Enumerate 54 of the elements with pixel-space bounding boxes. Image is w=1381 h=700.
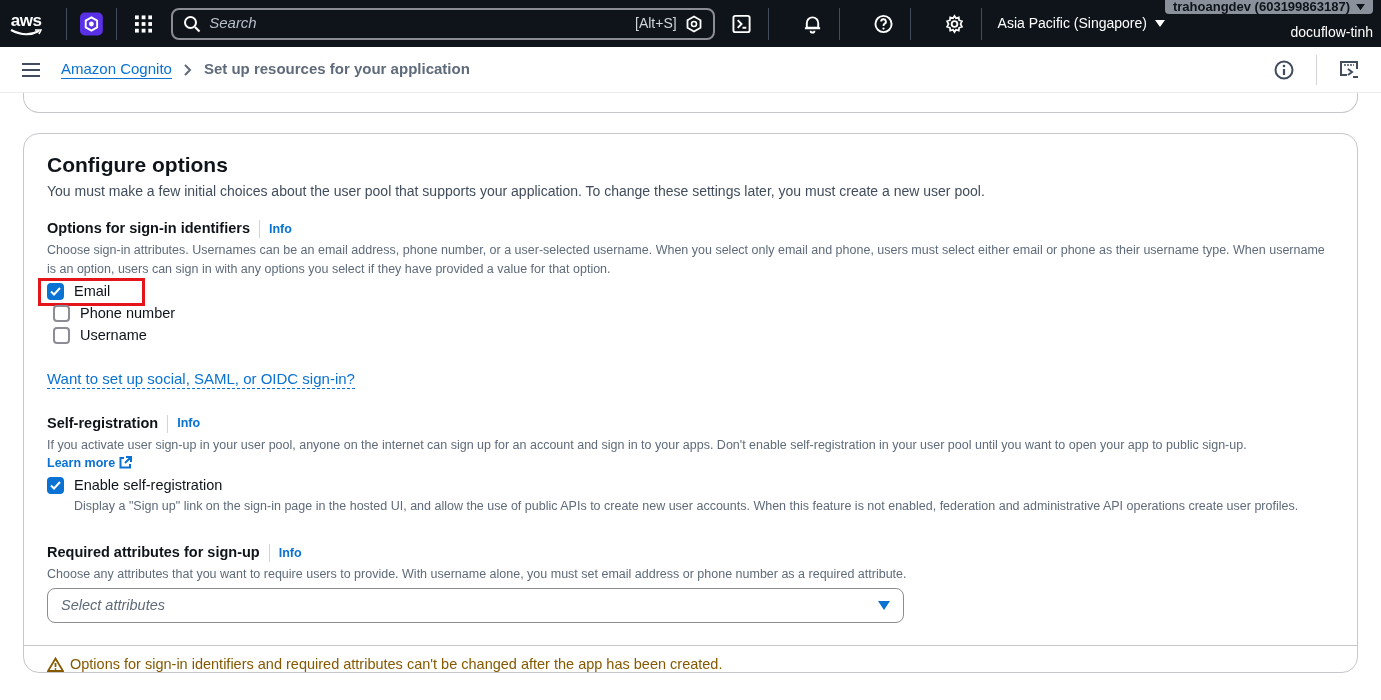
checkbox-checked[interactable] — [47, 476, 64, 494]
help-icon[interactable] — [873, 13, 893, 34]
terminal-icon[interactable] — [731, 13, 751, 34]
breadcrumb-current: Set up resources for your application — [203, 59, 470, 80]
checkbox[interactable] — [53, 327, 70, 345]
ai-assistant-icon[interactable] — [684, 14, 703, 33]
chevron-right-icon — [183, 63, 192, 76]
section-description: You must make a few initial choices about the user pool that supports your application. To change these settings later, you must create a new user pool. — [47, 182, 986, 201]
cloudshell-icon[interactable] — [1339, 59, 1359, 80]
field-description: Choose sign-in attributes. Usernames can be an email address, phone number, or a user-selected username. When you select only email and phone, users must select either email or phone as their username type. When username is an option, users can sign in with any options you select if they have provided a value for that option. — [47, 241, 1326, 278]
caret-icon — [1356, 3, 1366, 11]
warning-icon — [47, 656, 64, 672]
smile-arrow-icon — [10, 28, 43, 36]
breadcrumb-link[interactable]: Amazon Cognito — [61, 58, 172, 81]
checkbox-label[interactable]: Phone number — [80, 302, 176, 325]
info-link[interactable]: Info — [269, 219, 292, 239]
caret-icon — [878, 600, 890, 611]
checkbox-label[interactable]: Email — [74, 280, 111, 303]
app-icon[interactable] — [80, 11, 104, 36]
attributes-select[interactable]: Select attributes — [47, 588, 904, 623]
select-placeholder: Select attributes — [61, 595, 166, 615]
warning-text: Options for sign-in identifiers and required attributes can't be changed after the app has been created. — [70, 656, 723, 672]
caret-icon — [1155, 19, 1165, 28]
checkbox-checked[interactable] — [47, 283, 64, 301]
search-bar[interactable]: Search [Alt+S] — [171, 7, 715, 40]
settings-icon[interactable] — [944, 13, 964, 34]
project-name[interactable]: docuflow-tinh — [1290, 22, 1374, 43]
field-label: Options for sign-in identifiers — [47, 219, 250, 238]
section-title: Configure options — [47, 152, 229, 178]
info-link[interactable]: Info — [278, 543, 302, 563]
field-label: Required attributes for sign-up — [47, 543, 260, 563]
sign-in-link[interactable]: Want to set up social, SAML, or OIDC sign-in? — [47, 369, 355, 389]
search-icon — [183, 14, 202, 33]
apps-grid-icon[interactable] — [135, 14, 153, 33]
checkmark-icon — [50, 287, 61, 297]
info-link[interactable]: Info — [177, 414, 201, 433]
checkmark-icon — [50, 480, 61, 490]
field-description: If you activate user sign-up in your user pool, anyone on the internet can sign up for an account and sign in to your apps. Don't enable self-registration in your user pool until you want to open your app to public sign-up. Learn more — [47, 436, 1248, 472]
checkbox[interactable] — [53, 305, 70, 323]
option-description: Display a "Sign up" link on the sign-in page in the hosted UI, and allow the use of public APIs to create new user accounts. When this feature is not enabled, federation and administrative API operations create user profiles. — [74, 498, 1299, 516]
account-menu[interactable]: trahoangdev (603199863187) — [1165, 0, 1374, 14]
bell-icon[interactable] — [802, 13, 822, 34]
info-icon[interactable] — [1274, 59, 1294, 80]
field-description: Choose any attributes that you want to require users to provide. With username alone, you must set email address or phone number as a required attribute. — [47, 566, 908, 583]
checkbox-label[interactable]: Username — [80, 324, 147, 347]
menu-icon[interactable] — [22, 62, 40, 77]
aws-logo[interactable]: aws — [0, 0, 53, 47]
shortcut-hint: [Alt+S] — [635, 14, 677, 33]
checkbox-label[interactable]: Enable self-registration — [74, 474, 1299, 497]
region-selector[interactable]: Asia Pacific (Singapore) — [997, 13, 1165, 34]
search-field[interactable]: Search — [209, 12, 627, 35]
field-label: Self-registration — [47, 413, 159, 433]
external-link-icon — [119, 456, 133, 469]
learn-more-link[interactable]: Learn more — [47, 453, 133, 472]
